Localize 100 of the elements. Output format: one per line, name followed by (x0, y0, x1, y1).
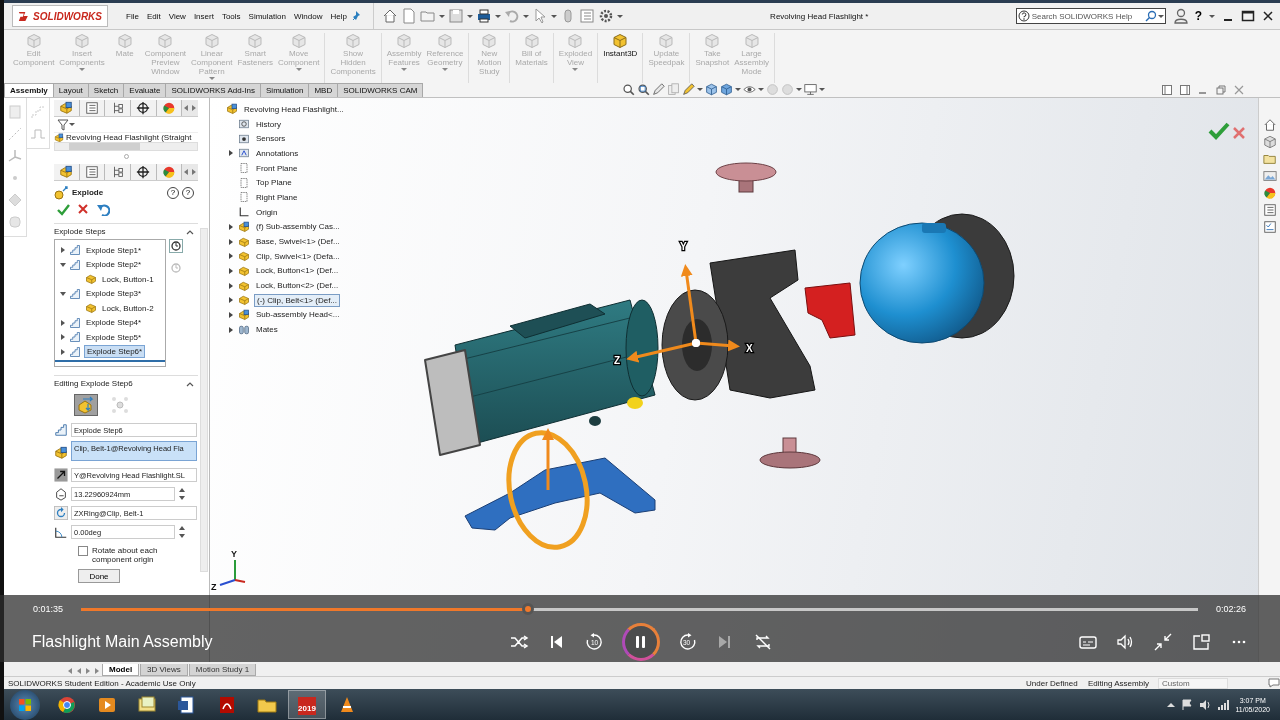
cube-icon[interactable] (1262, 135, 1277, 149)
caret-icon[interactable] (819, 87, 826, 92)
tree-item[interactable]: Front Plane (254, 162, 300, 174)
pause-button[interactable] (622, 623, 660, 661)
arrow-icon[interactable] (54, 468, 68, 482)
caret-icon[interactable] (1167, 701, 1176, 708)
mini-player-icon[interactable] (1192, 633, 1212, 651)
caret-icon[interactable] (438, 13, 445, 19)
monitor-icon[interactable] (804, 83, 818, 96)
list-item[interactable]: Explode Step1* (84, 244, 144, 256)
checkbox[interactable] (78, 546, 88, 556)
image-icon[interactable] (1262, 169, 1277, 183)
panel-tab[interactable] (54, 164, 80, 180)
caret-icon[interactable] (697, 87, 704, 92)
expander-icon[interactable] (228, 296, 234, 305)
list-icon[interactable] (1262, 203, 1277, 217)
scrollbar[interactable] (54, 142, 198, 151)
expander-icon[interactable] (60, 318, 66, 327)
undo-icon[interactable] (96, 202, 110, 216)
checklist-icon[interactable] (1262, 220, 1277, 234)
color-ball-icon[interactable] (1262, 186, 1277, 200)
home-icon[interactable] (1262, 118, 1277, 132)
caret-icon[interactable] (522, 13, 529, 19)
settings-icon[interactable] (597, 8, 614, 24)
volume-icon[interactable] (1199, 698, 1212, 711)
expander-icon[interactable] (228, 310, 234, 319)
menu-item[interactable]: Edit (142, 9, 165, 23)
list-item[interactable]: Lock, Button-2 (100, 302, 156, 314)
menu-item[interactable]: File (122, 9, 143, 23)
captions-icon[interactable] (1078, 633, 1098, 651)
comment-icon[interactable] (1268, 678, 1280, 688)
menu-item[interactable]: Insert (189, 9, 218, 23)
right-arrow-icon[interactable] (84, 666, 92, 676)
mode-button[interactable] (74, 394, 98, 416)
tab[interactable]: Layout (52, 83, 89, 97)
list-item[interactable]: Lock, Button-1 (100, 273, 156, 285)
close-icon[interactable] (1262, 10, 1274, 22)
help-button[interactable]: ? (167, 186, 179, 199)
help-button[interactable]: ? (1194, 9, 1202, 23)
folder-icon[interactable] (1262, 152, 1277, 166)
tree-item[interactable]: (f) Sub-assembly Cas... (254, 221, 342, 233)
expander-icon[interactable] (60, 246, 66, 255)
list-item[interactable]: Explode Step6* (84, 345, 146, 359)
tab[interactable]: SOLIDWORKS Add-Ins (165, 83, 262, 97)
cube-icon[interactable] (720, 83, 734, 96)
tree-item[interactable]: Revolving Head Flashlight... (242, 103, 346, 115)
tree-item[interactable]: Lock, Button<2> (Def... (254, 280, 341, 292)
tab[interactable]: Model (102, 664, 140, 676)
menu-item[interactable]: View (164, 9, 190, 23)
expander-icon[interactable] (60, 289, 66, 298)
spinner-icon[interactable] (178, 524, 186, 540)
tree-item[interactable]: Origin (254, 206, 280, 218)
caret-icon[interactable] (735, 87, 742, 92)
expander-icon[interactable] (228, 149, 234, 158)
cube-icon[interactable] (705, 83, 719, 96)
caret-icon[interactable] (186, 228, 194, 235)
taskbar-button[interactable]: 2019 (288, 690, 326, 719)
menu-item[interactable]: Simulation (244, 9, 290, 23)
caret-icon[interactable] (796, 87, 803, 92)
caret-icon[interactable] (758, 87, 765, 92)
tab[interactable]: Evaluate (123, 83, 167, 97)
expander-icon[interactable] (60, 333, 66, 342)
panel-tab[interactable] (54, 100, 80, 116)
expander-icon[interactable] (228, 222, 234, 231)
caret-icon[interactable] (494, 13, 501, 19)
restore-icon[interactable] (1216, 84, 1226, 95)
tab[interactable]: 3D Views (140, 664, 188, 676)
tree-item[interactable]: History (254, 118, 283, 130)
menu-item[interactable]: Help (326, 9, 351, 23)
list-item[interactable]: Explode Step5* (84, 331, 144, 343)
pin-icon[interactable] (350, 10, 361, 22)
tree-item[interactable]: Revolving Head Flashlight (Straight (66, 133, 192, 142)
tab[interactable]: SOLIDWORKS CAM (337, 83, 424, 97)
search-icon[interactable] (622, 83, 636, 96)
tab[interactable]: Motion Study 1 (188, 664, 257, 676)
menu-item[interactable]: Tools (217, 9, 245, 23)
expander-icon[interactable] (228, 237, 234, 246)
caret-icon[interactable] (186, 380, 194, 387)
rotate-icon[interactable] (54, 506, 68, 520)
units-dropdown[interactable]: Custom (1158, 677, 1228, 689)
check-icon[interactable] (1208, 122, 1230, 140)
tree-item[interactable]: (-) Clip, Belt<1> (Def... (254, 293, 341, 307)
tree-item[interactable]: Right Plane (254, 191, 300, 203)
user-icon[interactable] (1173, 8, 1188, 24)
shrink-icon[interactable] (1154, 633, 1174, 651)
check-icon[interactable] (56, 202, 70, 216)
flag-icon[interactable] (1181, 698, 1194, 711)
expander-icon[interactable] (60, 260, 66, 269)
filter-icon[interactable] (57, 118, 69, 131)
panel-right-icon[interactable] (1180, 84, 1190, 95)
print-icon[interactable] (475, 8, 492, 24)
spinner-icon[interactable] (178, 486, 186, 502)
search-field[interactable]: Search SOLIDWORKS Help (1015, 8, 1166, 24)
left-arrow-icon[interactable] (75, 666, 83, 676)
first-icon[interactable] (66, 666, 74, 676)
list-item[interactable]: Explode Step4* (84, 317, 144, 329)
tree-item[interactable]: Clip, Swivel<1> (Defa... (254, 250, 342, 262)
expander-icon[interactable] (228, 266, 234, 275)
caret-icon[interactable] (466, 13, 473, 19)
list-item[interactable]: Explode Step3* (84, 288, 144, 300)
